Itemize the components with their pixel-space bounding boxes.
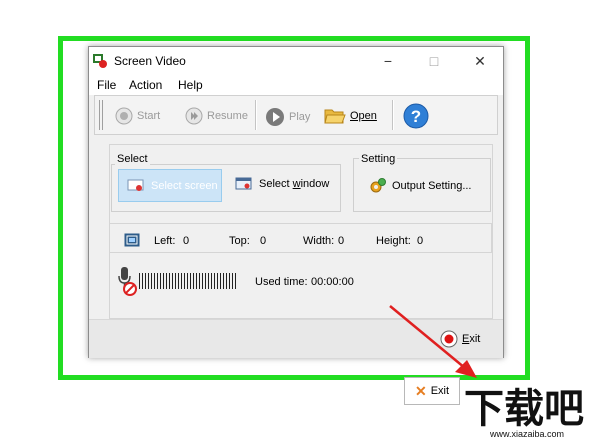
maximize-button[interactable]: □ xyxy=(411,47,457,75)
screen-icon xyxy=(127,179,144,191)
xiazaiba-logo: 下载吧 www.xiazaiba.com xyxy=(464,386,584,439)
output-setting-label: Output Setting... xyxy=(392,180,472,192)
svg-text:www.xiazaiba.com: www.xiazaiba.com xyxy=(489,429,564,439)
height-value: 0 xyxy=(417,235,424,247)
close-x-icon: ✕ xyxy=(414,382,427,399)
svg-text:下载吧: 下载吧 xyxy=(464,386,584,432)
select-screen-button[interactable]: Select screen xyxy=(118,169,222,202)
resume-icon xyxy=(185,107,203,125)
folder-icon xyxy=(324,109,346,124)
used-time-label: Used time: xyxy=(255,276,308,288)
select-screen-label: Select screen xyxy=(151,179,218,192)
window-title: Screen Video xyxy=(114,54,186,68)
height-label: Height: xyxy=(376,235,411,247)
width-value: 0 xyxy=(338,235,345,247)
exit-tooltip-button: ✕ Exit xyxy=(404,377,460,405)
play-button[interactable]: Play xyxy=(265,107,310,127)
annotation-arrow xyxy=(389,305,477,378)
gear-icon xyxy=(370,178,386,193)
output-setting-button[interactable]: Output Setting... xyxy=(369,177,472,195)
left-label: Left: xyxy=(154,235,176,247)
svg-text:?: ? xyxy=(411,107,421,126)
toolbar: Start Resume Play Open ? xyxy=(94,95,498,135)
title-bar: Screen Video − □ ✕ xyxy=(89,47,503,75)
setting-group-label: Setting xyxy=(359,153,398,165)
top-value: 0 xyxy=(260,235,267,247)
menu-help[interactable]: Help xyxy=(178,78,203,92)
play-icon xyxy=(266,108,284,126)
close-button[interactable]: ✕ xyxy=(457,47,503,75)
width-label: Width: xyxy=(303,235,335,247)
toolbar-separator-2 xyxy=(392,100,394,130)
toolbar-separator xyxy=(255,100,257,130)
help-icon: ? xyxy=(403,103,429,129)
start-label: Start xyxy=(137,110,161,122)
minimize-button[interactable]: − xyxy=(365,47,411,75)
play-label: Play xyxy=(289,111,311,123)
toolbar-grip-2 xyxy=(102,100,103,130)
menu-bar: File Action Help xyxy=(89,75,503,95)
select-window-label: Select window xyxy=(259,178,330,190)
open-label: Open xyxy=(350,110,377,122)
microphone-muted-icon xyxy=(118,267,137,296)
help-button[interactable]: ? xyxy=(403,103,429,129)
select-window-button[interactable]: Select window xyxy=(235,177,329,191)
select-group-label: Select xyxy=(115,153,150,165)
resume-button[interactable]: Resume xyxy=(185,107,248,125)
watermark-logo: 下载吧 www.xiazaiba.com xyxy=(460,378,594,440)
menu-action[interactable]: Action xyxy=(129,78,162,92)
audio-level-meter xyxy=(138,272,238,290)
left-value: 0 xyxy=(183,235,190,247)
exit-tooltip-label: Exit xyxy=(430,385,450,397)
toolbar-grip[interactable] xyxy=(99,100,100,130)
app-icon xyxy=(93,54,107,68)
window-icon xyxy=(235,177,252,190)
open-button[interactable]: Open xyxy=(324,107,377,125)
record-icon xyxy=(115,107,133,125)
top-label: Top: xyxy=(229,235,250,247)
menu-file[interactable]: File xyxy=(97,78,116,92)
start-button[interactable]: Start xyxy=(115,107,160,125)
used-time-value: 00:00:00 xyxy=(311,276,354,288)
resume-label: Resume xyxy=(207,110,248,122)
region-icon xyxy=(124,233,140,247)
